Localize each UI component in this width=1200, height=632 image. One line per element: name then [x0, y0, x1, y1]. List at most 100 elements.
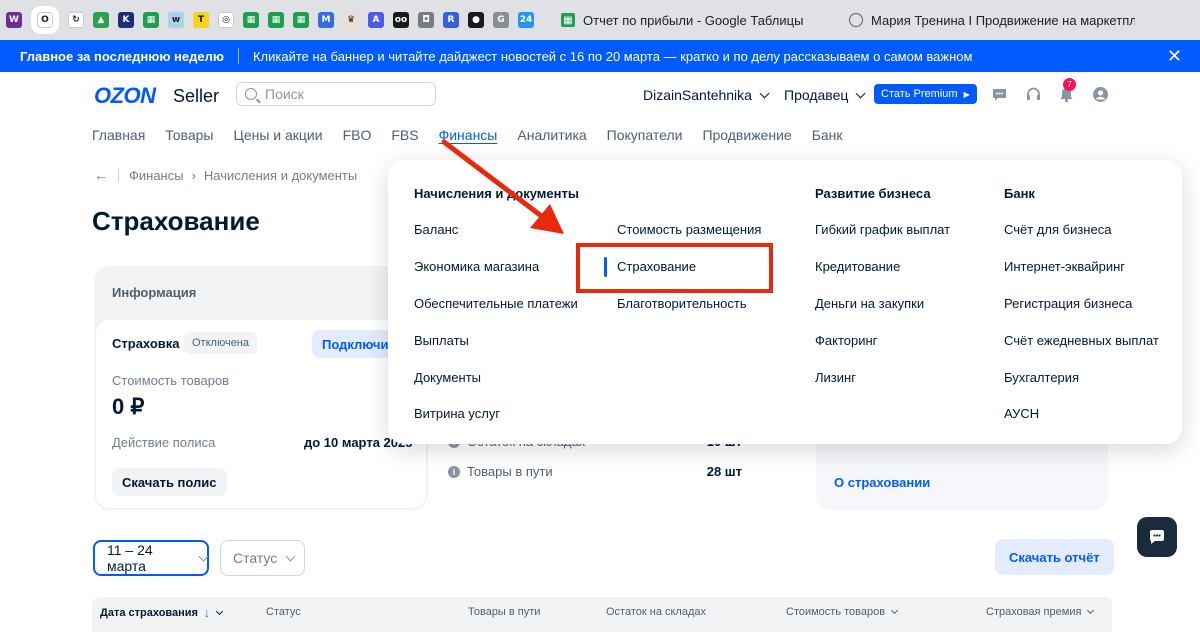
menu-item-acquiring[interactable]: Интернет-эквайринг — [1004, 259, 1125, 274]
ozon-logo[interactable]: OZON — [94, 83, 156, 109]
nav-item-fbo[interactable]: FBO — [343, 127, 372, 143]
menu-item-flexible-payouts[interactable]: Гибкий график выплат — [815, 222, 950, 237]
sort-down-icon: ↓ — [203, 606, 210, 620]
company-name: DizainSantehnika — [643, 87, 752, 103]
sheets-icon[interactable]: ▦ — [243, 12, 259, 28]
chevron-down-icon — [855, 88, 866, 98]
menu-item-documents[interactable]: Документы — [414, 370, 481, 385]
user-avatar-icon[interactable] — [1092, 86, 1109, 103]
column-header-premium[interactable]: Страховая премия — [986, 606, 1095, 618]
status-filter[interactable]: Статус — [220, 540, 305, 576]
box-icon[interactable]: ◘ — [418, 12, 434, 28]
bubble-icon[interactable]: ● — [468, 12, 484, 28]
k-icon[interactable]: K — [118, 12, 134, 28]
support-chat-button[interactable] — [1137, 517, 1177, 557]
browser-tab-bar: W O ↻ ▲ K ▦ w T ◎ ▦ ▦ ▦ M ♛ Aoo ◘ R ● G 24 ▦ Отчет по прибы… — [0, 0, 1200, 40]
breadcrumb-item-finance[interactable]: Финансы — [129, 168, 184, 183]
browser-tab-sheets[interactable]: ▦ Отчет по прибыли - Google Таблицы — [551, 5, 831, 35]
menu-item-ausn[interactable]: АУСН — [1004, 406, 1039, 421]
nav-item-prices[interactable]: Цены и акции — [233, 127, 322, 143]
globe-icon — [849, 13, 863, 27]
a-icon[interactable]: A — [368, 12, 384, 28]
announcement-banner[interactable]: Главное за последнюю неделю Кликайте на … — [0, 40, 1200, 72]
column-header-cost[interactable]: Стоимость товаров — [786, 606, 899, 618]
column-header-label: Стоимость товаров — [786, 606, 886, 618]
close-icon[interactable]: ✕ — [1167, 46, 1182, 67]
wildberries-icon[interactable]: w — [168, 12, 184, 28]
column-header-date[interactable]: Дата страхования ↓ — [100, 606, 224, 620]
browser-tab-title: Мария Тренина I Продвижение на маркетпле… — [871, 12, 1135, 28]
role-selector[interactable]: Продавец — [784, 87, 866, 103]
search-box[interactable] — [236, 82, 436, 106]
menu-item-business-registration[interactable]: Регистрация бизнеса — [1004, 296, 1132, 311]
menu-item-daily-payouts-account[interactable]: Счёт ежедневных выплат — [1004, 333, 1159, 348]
column-header-label: Страховая премия — [986, 606, 1082, 618]
menu-item-charity[interactable]: Благотворительность — [617, 296, 747, 311]
chevron-down-icon — [215, 607, 224, 616]
annotation-highlight-box — [576, 243, 773, 293]
menu-item-factoring[interactable]: Факторинг — [815, 333, 877, 348]
insurance-card: Страховка Отключена Подключить Стоимость… — [96, 320, 432, 508]
logo-seller-label: Seller — [173, 86, 220, 106]
menu-item-leasing[interactable]: Лизинг — [815, 370, 856, 385]
chevron-right-icon: › — [191, 167, 196, 183]
chat-bubble-icon — [1149, 530, 1164, 544]
banner-title: Главное за последнюю неделю — [20, 48, 224, 64]
breadcrumb-item-accruals[interactable]: Начисления и документы — [204, 168, 357, 183]
ozon-tab-icon[interactable]: O — [31, 6, 59, 34]
sheets-icon[interactable]: ▦ — [293, 12, 309, 28]
page-title: Страхование — [92, 206, 260, 236]
column-header-status: Статус — [266, 606, 301, 618]
info-card-title: Информация — [112, 285, 197, 300]
premium-button[interactable]: Стать Premium ▶ — [874, 84, 977, 104]
search-input[interactable] — [265, 86, 425, 102]
nav-item-fbs[interactable]: FBS — [391, 127, 418, 143]
chevron-down-icon — [759, 88, 770, 98]
premium-label: Стать Premium — [881, 88, 958, 100]
table-header: Дата страхования ↓ Статус Товары в пути … — [92, 597, 1112, 632]
insurance-label: Страховка — [112, 336, 180, 351]
menu-item-services[interactable]: Витрина услуг — [414, 406, 500, 421]
drive-icon[interactable]: ▲ — [93, 12, 109, 28]
m-icon[interactable]: M — [318, 12, 334, 28]
openai-icon[interactable]: ◎ — [218, 12, 234, 28]
cost-label: Стоимость товаров — [112, 373, 230, 388]
status-badge: Отключена — [184, 332, 257, 354]
w-icon[interactable]: W — [6, 12, 22, 28]
nav-item-bank[interactable]: Банк — [812, 127, 843, 143]
sheets-icon[interactable]: ▦ — [143, 12, 159, 28]
search-icon — [245, 88, 257, 100]
menu-item-security-payments[interactable]: Обеспечительные платежи — [414, 296, 578, 311]
menu-item-business-account[interactable]: Счёт для бизнеса — [1004, 222, 1111, 237]
crown-icon[interactable]: ♛ — [343, 12, 359, 28]
seller-header: OZON Seller DizainSantehnika Продавец Ст… — [0, 72, 1200, 118]
menu-item-placement-cost[interactable]: Стоимость размещения — [617, 222, 761, 237]
headset-icon[interactable] — [1025, 86, 1042, 103]
browser-tab-trenina[interactable]: Мария Тренина I Продвижение на маркетпле… — [839, 5, 1135, 35]
back-arrow-icon[interactable]: ← — [94, 167, 108, 183]
nav-item-products[interactable]: Товары — [165, 127, 213, 143]
nav-item-promotion[interactable]: Продвижение — [702, 127, 791, 143]
menu-item-purchase-money[interactable]: Деньги на закупки — [815, 296, 924, 311]
pinned-tabs: W O ↻ ▲ K ▦ w T ◎ ▦ ▦ ▦ M ♛ Aoo ◘ R ● G 24 — [6, 6, 543, 34]
about-insurance-link[interactable]: О страховании — [834, 475, 930, 490]
nav-item-home[interactable]: Главная — [92, 127, 145, 143]
chat-icon[interactable] — [991, 86, 1008, 103]
menu-item-payouts[interactable]: Выплаты — [414, 333, 469, 348]
menu-item-store-economy[interactable]: Экономика магазина — [414, 259, 539, 274]
date-range-filter[interactable]: 11 – 24 марта — [93, 540, 209, 576]
glasses-icon[interactable]: oo — [393, 12, 409, 28]
menu-item-accounting[interactable]: Бухгалтерия — [1004, 370, 1079, 385]
company-selector[interactable]: DizainSantehnika — [643, 87, 770, 103]
g-icon[interactable]: G — [493, 12, 509, 28]
menu-item-lending[interactable]: Кредитование — [815, 259, 900, 274]
r-icon[interactable]: R — [443, 12, 459, 28]
t-icon[interactable]: T — [193, 12, 209, 28]
download-policy-button[interactable]: Скачать полис — [112, 468, 227, 496]
download-report-button[interactable]: Скачать отчёт — [995, 539, 1114, 575]
sheets-icon[interactable]: ▦ — [268, 12, 284, 28]
status-filter-placeholder: Статус — [233, 550, 278, 566]
nav-item-customers[interactable]: Покупатели — [607, 127, 683, 143]
24-icon[interactable]: 24 — [518, 12, 534, 28]
refresh-tab-icon[interactable]: ↻ — [68, 12, 84, 28]
